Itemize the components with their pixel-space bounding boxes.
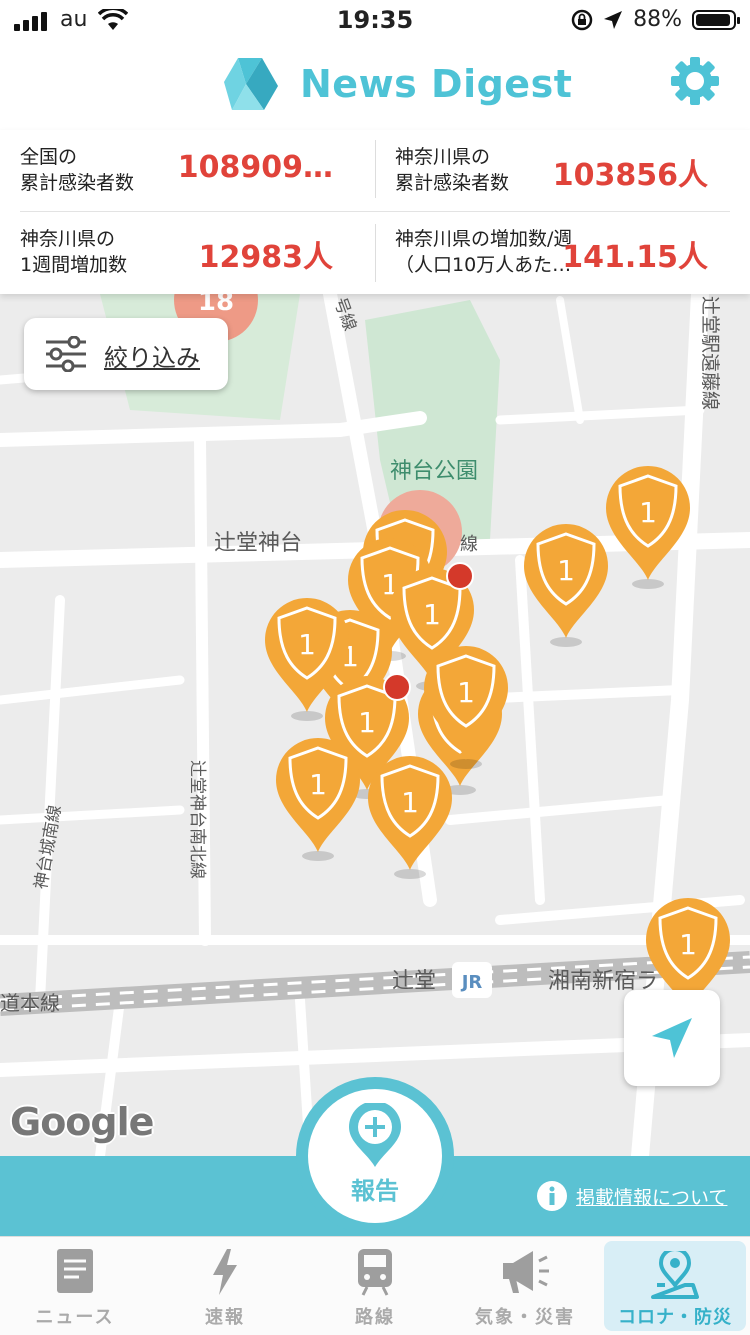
pin-count: 1 [309,768,327,801]
battery-icon [692,9,740,30]
map-label-road: 辻堂神台南北線 [187,760,207,879]
megaphone-icon [503,1251,549,1293]
location-arrow-icon [604,10,623,29]
pin-count: 1 [358,706,376,739]
news-icon [57,1249,93,1293]
filter-label: 絞り込み [104,344,200,372]
pin-count: 1 [401,786,419,819]
tab-corona-disaster[interactable]: コロナ・防災 [604,1241,746,1331]
news-digest-logo-icon [224,58,278,110]
pin-count: 1 [457,676,475,709]
lightning-icon [213,1249,237,1295]
train-icon [358,1249,392,1296]
tab-label: 路線 [355,1307,395,1328]
incident-dot[interactable] [383,673,411,701]
map-label-park: 神台公園 [390,459,478,484]
info-link-label: 掲載情報について [576,1186,728,1209]
status-bar: au 19:35 88% [0,0,750,40]
stat-kanagawa-per-100k: 神奈川県の増加数/週 （人口10万人あた… 141.15人 [375,212,730,292]
stat-value: 103856人 [552,158,708,193]
cluster-count: 18 [198,294,234,317]
tab-label: 気象・災害 [475,1307,575,1328]
tab-news[interactable]: ニュース [0,1237,150,1335]
tab-weather-disaster[interactable]: 気象・災害 [450,1237,600,1335]
app-title: News Digest [300,62,573,106]
map-label-road: 辻堂駅遠藤線 [699,296,721,410]
add-location-icon [349,1103,401,1167]
stat-value: 141.15人 [562,240,708,275]
stat-kanagawa-total: 神奈川県の 累計感染者数 103856人 [375,130,730,210]
stat-value: 108909… [177,150,333,185]
app-logo: News Digest [222,56,572,112]
rotation-lock-icon [571,9,593,30]
report-pin[interactable]: 1 [366,754,454,881]
tab-label: コロナ・防災 [618,1307,732,1328]
report-pin[interactable]: 1 [522,522,610,649]
pin-count: 1 [423,598,441,631]
stat-label: 神奈川県の増加数/週 （人口10万人あた… [395,228,573,276]
svg-text:JR: JR [460,972,483,993]
report-button[interactable]: 報告 [296,1077,454,1235]
map-pin-icon [651,1251,699,1299]
map-label-road: 線 [460,534,478,555]
battery-percent: 88% [633,7,682,32]
report-label: 報告 [351,1177,399,1205]
pin-count: 1 [679,928,697,961]
tab-routes[interactable]: 路線 [300,1237,450,1335]
filter-button[interactable]: 絞り込み [24,318,228,390]
pin-count: 1 [639,496,657,529]
info-link[interactable]: 掲載情報について [536,1180,727,1212]
map-label-area: 辻堂神台 [214,531,302,556]
tab-breaking[interactable]: 速報 [150,1237,300,1335]
tab-label: 速報 [205,1307,245,1328]
gear-icon[interactable] [670,56,720,106]
incident-dot[interactable] [446,562,474,590]
pin-count: 1 [557,554,575,587]
stat-label: 神奈川県の 1週間増加数 [20,228,128,276]
map-label-line: 道本線 [0,991,60,1015]
stat-value: 12983人 [198,240,333,275]
tab-label: ニュース [35,1307,115,1328]
filter-sliders-icon [46,336,86,372]
report-pin[interactable]: 1 [274,736,362,863]
locate-me-button[interactable] [624,990,720,1086]
info-icon [537,1181,567,1211]
google-logo: Google [10,1100,154,1144]
pin-count: 1 [298,628,316,661]
navigation-arrow-icon [652,1018,692,1058]
map-label-station: 辻堂 [392,969,436,994]
stat-kanagawa-weekly: 神奈川県の 1週間増加数 12983人 [0,212,355,292]
tab-bar: ニュース 速報 路線 気象・災害 コロナ・防災 [0,1236,750,1335]
app-header: News Digest [0,40,750,130]
stats-panel: 全国の 累計感染者数 108909… 神奈川県の 累計感染者数 103856人 … [0,130,750,294]
stat-japan-total: 全国の 累計感染者数 108909… [0,130,355,210]
